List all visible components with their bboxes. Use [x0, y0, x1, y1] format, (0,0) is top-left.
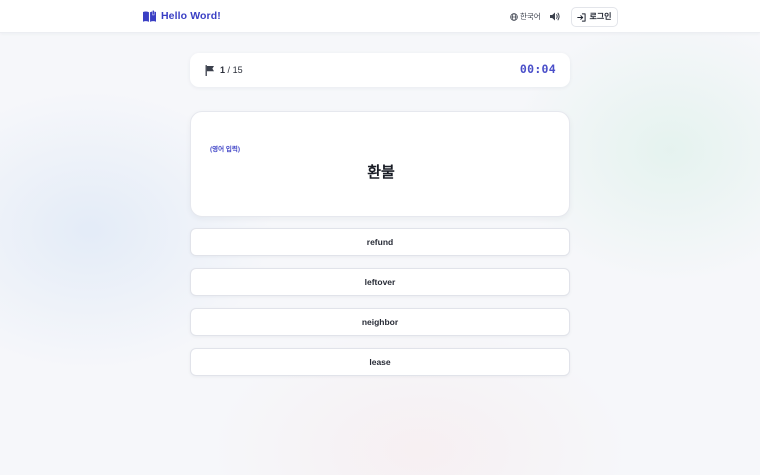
answer-option-lease[interactable]: lease: [190, 348, 570, 376]
book-icon: [143, 10, 156, 22]
language-label: 한국어: [520, 12, 541, 21]
globe-icon: [510, 12, 518, 21]
answer-option-refund[interactable]: refund: [190, 228, 570, 256]
sound-toggle-button[interactable]: [549, 11, 561, 22]
speaker-icon: [550, 12, 560, 21]
answer-option-neighbor[interactable]: neighbor: [190, 308, 570, 336]
top-navigation-bar: Hello Word! 한국어 로그인: [0, 0, 760, 33]
flag-icon-wrapper: [205, 65, 215, 76]
login-label: 로그인: [589, 12, 612, 21]
progress-separator: /: [227, 65, 231, 75]
answer-option-leftover[interactable]: leftover: [190, 268, 570, 296]
brand-name: Hello Word!: [161, 10, 221, 22]
question-word: 환불: [367, 164, 395, 181]
quiz-timer: 00:04: [519, 62, 556, 76]
brand-logo[interactable]: Hello Word!: [142, 9, 221, 24]
answer-mode-hint: (영어 입력): [210, 146, 241, 153]
question-progress: 1 / 15: [220, 64, 243, 76]
login-button[interactable]: 로그인: [571, 7, 618, 27]
quiz-status-bar: 1 / 15 00:04: [190, 53, 570, 87]
flag-icon: [205, 65, 214, 76]
language-selector[interactable]: 한국어: [510, 11, 541, 22]
login-icon: [577, 12, 587, 22]
progress-total: 15: [232, 65, 243, 75]
question-card: (영어 입력) 환불: [190, 111, 570, 217]
progress-current: 1: [220, 65, 226, 75]
